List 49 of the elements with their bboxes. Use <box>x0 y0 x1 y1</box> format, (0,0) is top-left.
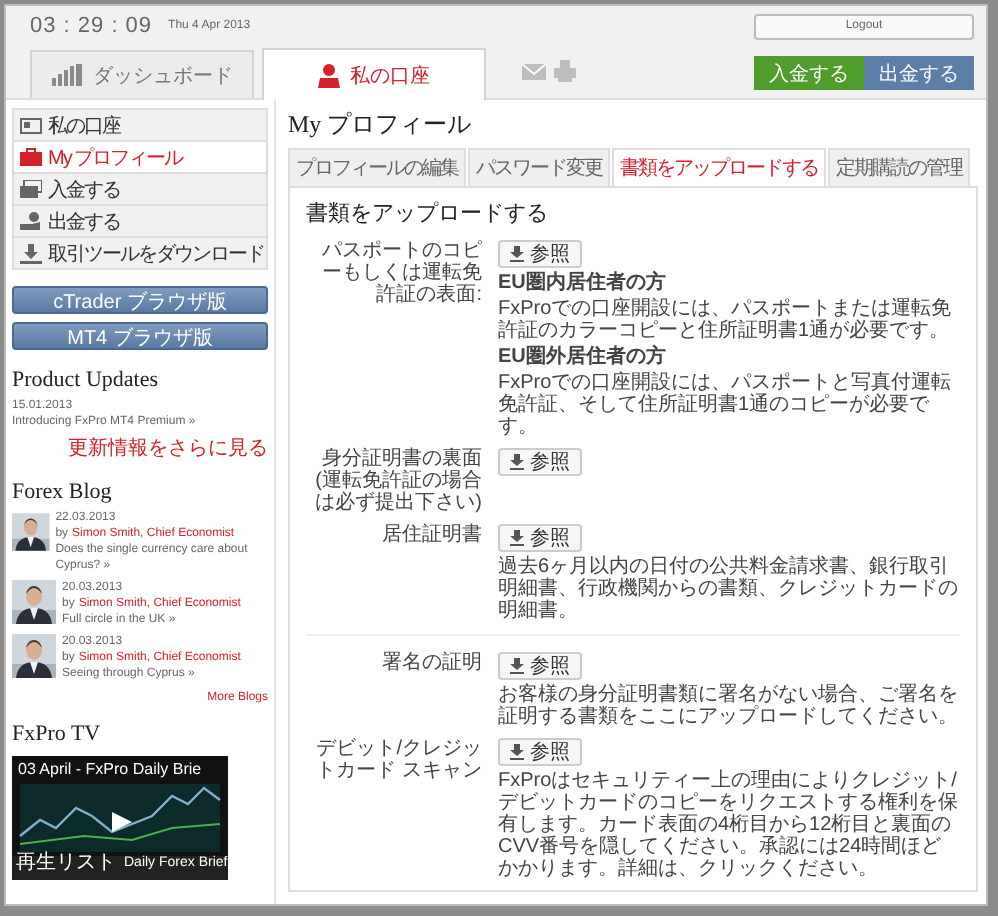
side-menu-item[interactable]: 取引ツールをダウンロード <box>14 236 266 268</box>
description-heading: EU圏内居住者の方 <box>498 272 666 294</box>
clock: 03 : 29 : 09 <box>30 14 153 38</box>
side-menu-item[interactable]: My プロフィール <box>14 140 266 172</box>
browse-button[interactable]: 参照 <box>498 448 582 476</box>
profile-tab[interactable]: 定期購読の管理 <box>828 148 970 186</box>
field-label: 署名の証明 <box>380 652 482 678</box>
field-label: パスポートのコピーもしくは運転免許証の表面: <box>320 240 482 310</box>
browse-button[interactable]: 参照 <box>498 738 582 766</box>
download-icon <box>20 243 42 263</box>
side-menu-item[interactable]: 入金する <box>14 172 266 204</box>
description-text: FxProでの口座開設には、パスポートまたは運転免許証のカラーコピーと住所証明書1通が必要です。 <box>498 298 954 342</box>
video-title: 03 April - FxPro Daily Brie <box>18 760 202 778</box>
platform-button[interactable]: MT4 ブラウザ版 <box>12 322 268 350</box>
description-heading: EU圏外居住者の方 <box>498 346 666 368</box>
browse-button[interactable]: 参照 <box>498 652 582 680</box>
playlist-label[interactable]: 再生リスト <box>16 848 116 876</box>
section-heading: Product Updates <box>12 368 161 392</box>
section-heading: Forex Blog <box>12 480 114 504</box>
description-text: お客様の身分証明書類に署名がない場合、ご署名を証明する書類をここにアップロードしてください。 <box>498 684 960 728</box>
profile-tab[interactable]: プロフィールの編集 <box>288 148 466 186</box>
person-icon <box>318 63 340 87</box>
mail-icon[interactable] <box>522 63 546 79</box>
profile-tab[interactable]: 書類をアップロードする <box>612 148 826 186</box>
page-title: My プロフィール <box>288 108 474 142</box>
platform-button[interactable]: cTrader ブラウザ版 <box>12 286 268 314</box>
side-menu-item[interactable]: 出金する <box>14 204 266 236</box>
hand-coin-icon <box>20 212 42 230</box>
browse-button[interactable]: 参照 <box>498 240 582 268</box>
bar-chart-icon <box>51 64 83 86</box>
description-text: FxProでの口座開設には、パスポートと写真付運転免許証、そして住所証明書1通のコピーが必要です。 <box>498 372 954 438</box>
action-button[interactable]: 入金する <box>754 56 864 90</box>
more-updates-link[interactable]: 更新情報をさらに見る <box>68 434 268 462</box>
action-button[interactable]: 出金する <box>864 56 974 90</box>
browse-button[interactable]: 参照 <box>498 524 582 552</box>
field-label: デビット/クレジットカード スキャン <box>314 738 482 786</box>
main-tab[interactable]: ダッシュボード <box>30 50 254 98</box>
money-icon <box>20 180 42 198</box>
panel-title: 書類をアップロードする <box>306 199 550 228</box>
field-label: 居住証明書 <box>380 524 482 550</box>
side-menu-item[interactable]: 私の口座 <box>14 110 266 140</box>
section-heading: FxPro TV <box>12 722 103 746</box>
profile-tab[interactable]: パスワード変更 <box>468 148 610 186</box>
main-tab[interactable]: 私の口座 <box>262 48 486 100</box>
briefcase-icon <box>20 148 42 166</box>
card-icon <box>20 117 42 133</box>
description-text: FxProはセキュリティー上の理由によりクレジット/デビットカードのコピーをリクエストする権利を保有します。カード表面の4桁目から12桁目と裏面のCVV番号を隠してください。承認には24時間ほどかかります。詳細は、クリックください。 <box>498 770 960 880</box>
description-text: 過去6ヶ月以内の日付の公共料金請求書、銀行取引明細書、行政機関からの書類、クレジットカードの明細書。 <box>498 556 960 622</box>
field-label: 身分証明書の裏面(運転免許証の場合は必ず提出下さい) <box>313 448 482 514</box>
